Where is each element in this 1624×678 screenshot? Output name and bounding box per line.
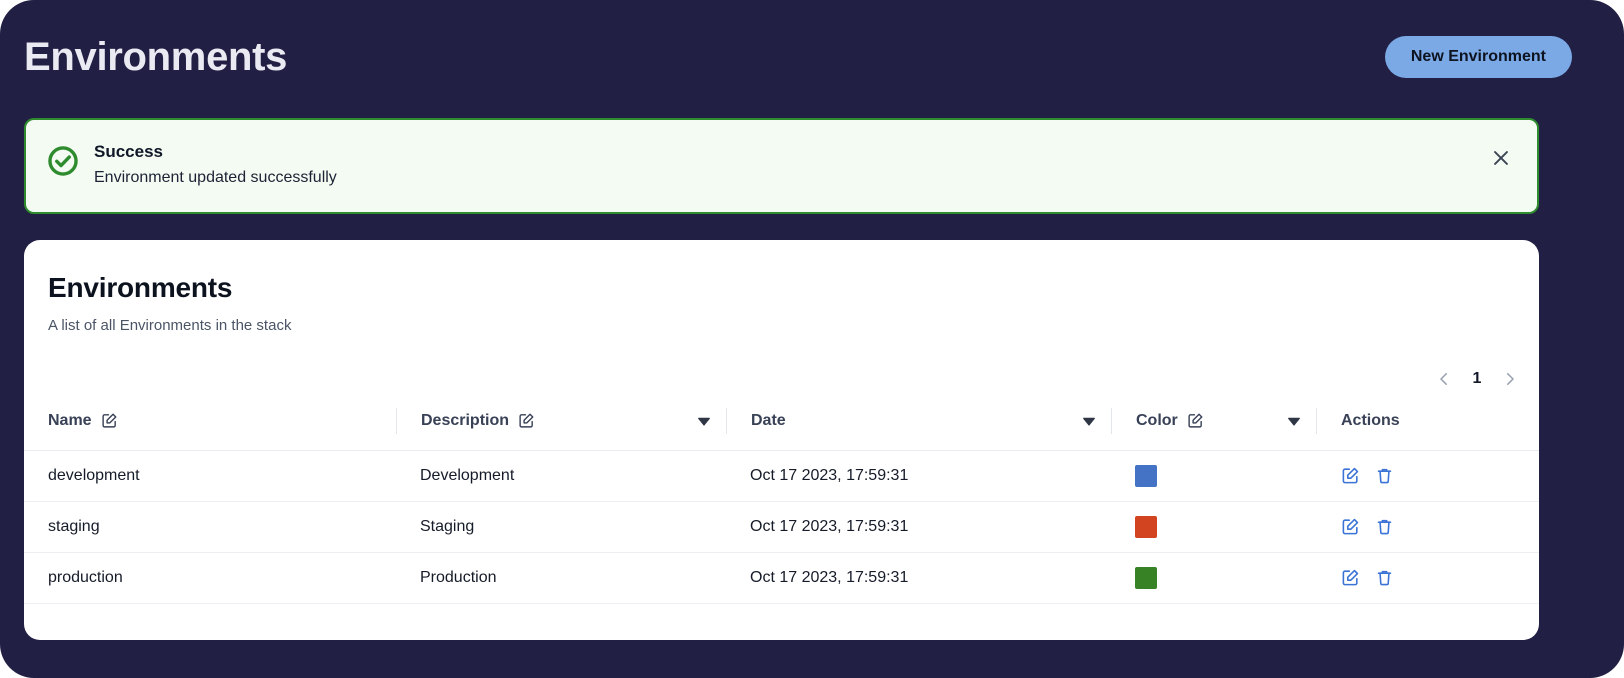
card-title: Environments [48, 272, 233, 303]
cell-actions [1316, 501, 1539, 553]
cell-color [1111, 552, 1316, 604]
edit-icon[interactable] [1187, 412, 1204, 429]
cell-name: production [24, 552, 396, 604]
pagination: 1 [24, 362, 1539, 396]
cell-date-value: Oct 17 2023, 17:59:31 [750, 466, 909, 484]
alert-title: Success [94, 142, 163, 161]
column-header-description: Description [396, 407, 726, 451]
page-shell: Environments New Environment Success Env… [0, 0, 1624, 678]
cell-description-value: Staging [420, 517, 475, 535]
delete-row-button[interactable] [1374, 466, 1394, 486]
cell-date-value: Oct 17 2023, 17:59:31 [750, 568, 909, 586]
sort-descending-icon[interactable] [1286, 413, 1302, 429]
column-header-name-label: Name [48, 411, 92, 429]
page-header: Environments New Environment [0, 0, 1624, 114]
table-header-row: Name Description Date Color Actions [24, 407, 1539, 451]
environments-table: Name Description Date Color Actions deve… [24, 407, 1539, 604]
chevron-right-icon[interactable] [1499, 368, 1521, 390]
close-icon[interactable] [1487, 144, 1515, 172]
cell-date: Oct 17 2023, 17:59:31 [726, 552, 1111, 604]
color-swatch [1135, 464, 1157, 487]
column-header-actions: Actions [1316, 407, 1539, 451]
cell-name-value: staging [48, 517, 100, 535]
sort-descending-icon[interactable] [1081, 413, 1097, 429]
column-header-color-label: Color [1136, 411, 1178, 429]
cell-color [1111, 501, 1316, 553]
column-header-actions-label: Actions [1341, 411, 1400, 429]
table-row[interactable]: development Development Oct 17 2023, 17:… [24, 450, 1539, 502]
cell-description: Development [396, 450, 726, 502]
edit-row-button[interactable] [1340, 517, 1360, 537]
cell-date: Oct 17 2023, 17:59:31 [726, 450, 1111, 502]
table-row[interactable]: staging Staging Oct 17 2023, 17:59:31 [24, 501, 1539, 553]
success-alert: Success Environment updated successfully [24, 118, 1539, 214]
cell-actions [1316, 450, 1539, 502]
cell-actions [1316, 552, 1539, 604]
delete-row-button[interactable] [1374, 517, 1394, 537]
environments-card: Environments A list of all Environments … [24, 240, 1539, 640]
cell-description: Production [396, 552, 726, 604]
cell-name: development [24, 450, 396, 502]
column-header-date: Date [726, 407, 1111, 451]
table-row[interactable]: production Production Oct 17 2023, 17:59… [24, 552, 1539, 604]
card-header: Environments A list of all Environments … [24, 240, 1539, 336]
chevron-left-icon[interactable] [1433, 368, 1455, 390]
cell-date: Oct 17 2023, 17:59:31 [726, 501, 1111, 553]
column-header-date-label: Date [751, 411, 786, 429]
alert-body: Success Environment updated successfully [94, 140, 1487, 191]
cell-description-value: Production [420, 568, 497, 586]
new-environment-button[interactable]: New Environment [1384, 36, 1572, 78]
edit-row-button[interactable] [1340, 568, 1360, 588]
edit-row-button[interactable] [1340, 466, 1360, 486]
delete-row-button[interactable] [1374, 568, 1394, 588]
cell-color [1111, 450, 1316, 502]
color-swatch [1135, 515, 1157, 538]
cell-description: Staging [396, 501, 726, 553]
app-root: Environments New Environment Success Env… [0, 0, 1624, 678]
cell-description-value: Development [420, 466, 515, 484]
cell-date-value: Oct 17 2023, 17:59:31 [750, 517, 909, 535]
cell-name-value: development [48, 466, 140, 484]
cell-name: staging [24, 501, 396, 553]
table-body: development Development Oct 17 2023, 17:… [24, 450, 1539, 604]
edit-icon[interactable] [101, 412, 118, 429]
current-page-number: 1 [1472, 369, 1482, 387]
sort-descending-icon[interactable] [696, 413, 712, 429]
column-header-color: Color [1111, 407, 1316, 451]
column-header-description-label: Description [421, 411, 510, 429]
color-swatch [1135, 566, 1157, 589]
edit-icon[interactable] [518, 412, 535, 429]
page-title: Environments [24, 35, 288, 79]
column-header-name: Name [24, 407, 396, 451]
alert-message: Environment updated successfully [94, 168, 337, 186]
check-circle-icon [46, 144, 80, 178]
table-header: Name Description Date Color Actions [24, 407, 1539, 451]
card-subtitle: A list of all Environments in the stack [48, 317, 292, 335]
cell-name-value: production [48, 568, 123, 586]
